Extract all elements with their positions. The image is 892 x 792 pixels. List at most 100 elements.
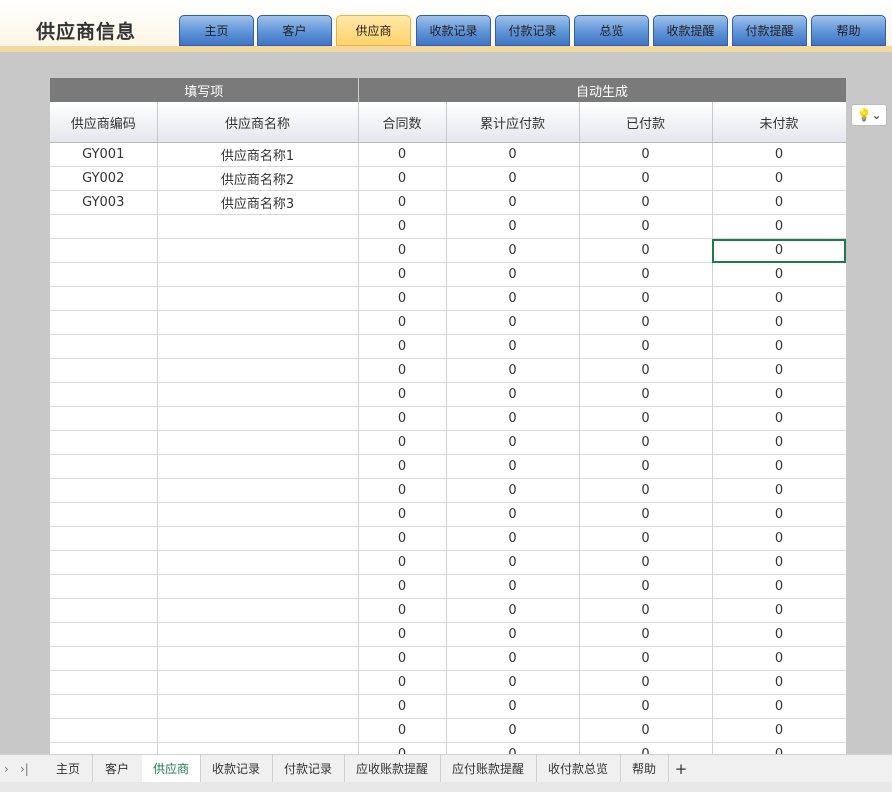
table-cell[interactable]: 0 [712, 142, 846, 167]
table-cell[interactable]: 0 [446, 550, 580, 575]
column-header-4[interactable]: 已付款 [579, 102, 713, 143]
table-cell[interactable]: 0 [712, 286, 846, 311]
table-cell[interactable]: 0 [358, 454, 447, 479]
column-header-0[interactable]: 供应商编码 [50, 102, 158, 143]
table-cell[interactable]: 0 [446, 406, 580, 431]
table-cell[interactable]: 0 [712, 526, 846, 551]
table-cell[interactable]: 0 [446, 478, 580, 503]
table-cell[interactable]: 0 [579, 262, 713, 287]
add-sheet-button[interactable]: + [670, 755, 692, 783]
table-cell[interactable]: 0 [446, 334, 580, 359]
table-cell[interactable]: 0 [358, 358, 447, 383]
table-cell[interactable]: 0 [712, 478, 846, 503]
table-cell[interactable]: 0 [358, 190, 447, 215]
table-cell[interactable]: 0 [712, 574, 846, 599]
table-cell[interactable]: 0 [446, 598, 580, 623]
table-cell[interactable]: 0 [446, 694, 580, 719]
sheet-tab-7[interactable]: 收付款总览 [536, 755, 621, 783]
table-cell[interactable] [157, 574, 359, 599]
table-cell[interactable]: 0 [579, 478, 713, 503]
table-cell[interactable] [157, 430, 359, 455]
table-cell[interactable]: 0 [579, 670, 713, 695]
table-cell[interactable]: 0 [446, 742, 580, 754]
nav-button-6[interactable]: 收款提醒 [653, 15, 728, 46]
table-cell[interactable]: 0 [712, 694, 846, 719]
table-cell[interactable]: 0 [579, 358, 713, 383]
table-cell[interactable]: GY003 [50, 190, 158, 215]
column-header-1[interactable]: 供应商名称 [157, 102, 359, 143]
table-cell[interactable] [157, 310, 359, 335]
table-cell[interactable] [50, 478, 158, 503]
table-cell[interactable] [50, 502, 158, 527]
table-cell[interactable] [50, 214, 158, 239]
nav-button-3[interactable]: 收款记录 [416, 15, 491, 46]
table-cell[interactable]: 0 [579, 646, 713, 671]
table-cell[interactable]: GY001 [50, 142, 158, 167]
table-cell[interactable]: 0 [358, 478, 447, 503]
table-cell[interactable] [50, 574, 158, 599]
lightbulb-icon[interactable]: 💡⌄ [851, 104, 887, 126]
table-cell[interactable]: 0 [358, 694, 447, 719]
table-cell[interactable]: 0 [446, 142, 580, 167]
table-cell[interactable]: 供应商名称1 [157, 142, 359, 167]
table-cell[interactable]: 0 [712, 166, 846, 191]
table-cell[interactable]: 0 [579, 550, 713, 575]
table-cell[interactable]: 0 [579, 406, 713, 431]
table-cell[interactable] [157, 262, 359, 287]
table-cell[interactable]: 0 [358, 406, 447, 431]
table-cell[interactable] [157, 742, 359, 754]
table-cell[interactable] [157, 358, 359, 383]
table-cell[interactable]: 0 [358, 622, 447, 647]
table-cell[interactable]: 0 [579, 382, 713, 407]
table-cell[interactable]: 0 [358, 502, 447, 527]
table-cell[interactable] [50, 358, 158, 383]
table-cell[interactable] [50, 646, 158, 671]
nav-button-2[interactable]: 供应商 [336, 15, 411, 46]
table-cell[interactable]: 0 [358, 214, 447, 239]
table-cell[interactable] [50, 670, 158, 695]
table-cell[interactable]: 0 [358, 598, 447, 623]
table-cell[interactable] [157, 214, 359, 239]
table-cell[interactable]: 0 [579, 214, 713, 239]
column-header-5[interactable]: 未付款 [712, 102, 846, 143]
table-cell[interactable] [50, 238, 158, 263]
table-cell[interactable]: 0 [579, 142, 713, 167]
table-cell[interactable]: 0 [579, 430, 713, 455]
table-cell[interactable]: 0 [446, 214, 580, 239]
table-cell[interactable]: 0 [358, 166, 447, 191]
table-cell[interactable] [157, 622, 359, 647]
table-cell[interactable]: 0 [446, 358, 580, 383]
table-cell[interactable] [157, 286, 359, 311]
table-cell[interactable] [157, 334, 359, 359]
table-cell[interactable] [50, 454, 158, 479]
table-cell[interactable] [50, 742, 158, 754]
table-cell[interactable] [50, 382, 158, 407]
table-cell[interactable]: 0 [579, 598, 713, 623]
table-cell[interactable] [157, 598, 359, 623]
table-cell[interactable]: 0 [579, 742, 713, 754]
nav-button-7[interactable]: 付款提醒 [732, 15, 807, 46]
table-cell[interactable]: 0 [446, 382, 580, 407]
table-cell[interactable]: 0 [358, 310, 447, 335]
table-cell[interactable] [157, 718, 359, 743]
table-cell[interactable]: 0 [579, 694, 713, 719]
sheet-tab-5[interactable]: 应收账款提醒 [344, 755, 441, 783]
table-cell[interactable]: 0 [579, 718, 713, 743]
table-cell[interactable]: 0 [446, 262, 580, 287]
table-cell[interactable]: 0 [358, 718, 447, 743]
table-cell[interactable]: 供应商名称3 [157, 190, 359, 215]
table-cell[interactable]: 0 [358, 550, 447, 575]
table-cell[interactable] [50, 550, 158, 575]
nav-button-8[interactable]: 帮助 [811, 15, 886, 46]
table-cell[interactable]: 0 [712, 550, 846, 575]
table-cell[interactable]: 0 [446, 574, 580, 599]
table-cell[interactable]: 0 [358, 262, 447, 287]
table-cell[interactable] [157, 406, 359, 431]
table-cell[interactable] [157, 670, 359, 695]
nav-button-5[interactable]: 总览 [574, 15, 649, 46]
table-cell[interactable]: 0 [446, 526, 580, 551]
table-cell[interactable] [157, 238, 359, 263]
table-cell[interactable] [157, 478, 359, 503]
table-cell[interactable]: 0 [446, 430, 580, 455]
table-cell[interactable]: 0 [446, 238, 580, 263]
